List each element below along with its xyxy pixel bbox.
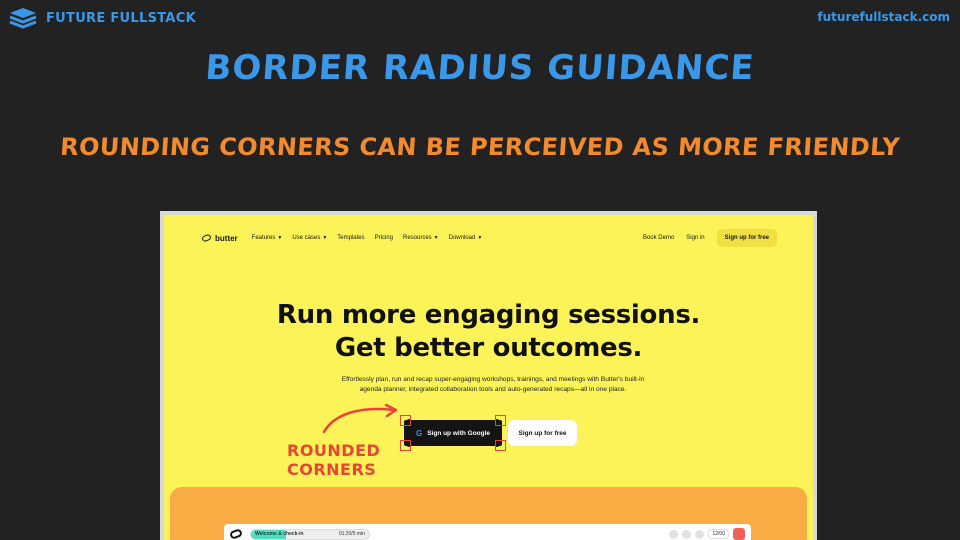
butter-app-icon	[228, 528, 244, 540]
nav-label: Templates	[337, 235, 365, 241]
slide-subtitle: ROUNDING CORNERS CAN BE PERCEIVED AS MOR…	[59, 133, 901, 161]
settings-icon[interactable]	[669, 529, 679, 539]
nav-item-features[interactable]: Features ▼	[252, 235, 283, 241]
chevron-down-icon: ▼	[322, 235, 328, 241]
hero-title: Run more engaging sessions. Get better o…	[164, 299, 813, 365]
app-preview-panel: Welcome & check-in 01:20/5 min 12/00	[170, 487, 807, 540]
stack-layers-icon	[9, 8, 37, 29]
signup-google-button[interactable]: G Sign up with Google	[404, 420, 502, 446]
user-icon[interactable]	[695, 529, 705, 539]
session-time: 01:20/5 min	[338, 531, 365, 537]
nav-item-download[interactable]: Download ▼	[449, 235, 483, 241]
chevron-down-icon: ▼	[433, 235, 439, 241]
sign-in-link[interactable]: Sign in	[686, 235, 704, 241]
corner-highlight-bottom-right	[495, 440, 506, 451]
annotation-line-2: CORNERS	[287, 460, 377, 479]
site-url[interactable]: futurefullstack.com	[817, 10, 950, 24]
google-icon: G	[415, 428, 423, 438]
session-progress[interactable]: Welcome & check-in 01:20/5 min	[250, 528, 370, 540]
brand: FUTURE FULLSTACK	[8, 7, 196, 29]
nav-label: Use cases	[292, 235, 321, 241]
nav-label: Pricing	[374, 235, 393, 241]
signup-free-nav-button[interactable]: Sign up for free	[716, 229, 777, 247]
app-toolbar-icons: 12/00	[669, 528, 745, 540]
nav-item-use-cases[interactable]: Use cases ▼	[292, 235, 327, 241]
rounded-corners-annotation: ROUNDED CORNERS	[287, 441, 380, 479]
corner-highlight-top-right	[495, 415, 506, 426]
chevron-down-icon: ▼	[477, 235, 483, 241]
nav-label: Download	[448, 235, 476, 241]
nav-links: Features ▼ Use cases ▼ Templates Pricing R…	[252, 235, 643, 241]
chevron-down-icon: ▼	[277, 235, 283, 241]
nav-item-templates[interactable]: Templates	[337, 235, 364, 241]
leave-icon[interactable]	[733, 528, 745, 540]
cta-row: G Sign up with Google Sign up for free	[164, 415, 813, 451]
nav-actions: Book Demo Sign in Sign up for free	[643, 229, 777, 247]
nav-item-resources[interactable]: Resources ▼	[403, 235, 439, 241]
butter-logo-icon	[201, 233, 212, 243]
app-toolbar: Welcome & check-in 01:20/5 min 12/00	[224, 524, 751, 540]
hero-line-2: Get better outcomes.	[334, 333, 643, 363]
signup-free-button[interactable]: Sign up for free	[508, 420, 577, 446]
annotation-line-1: ROUNDED	[287, 441, 381, 460]
site-nav: butter Features ▼ Use cases ▼ Templates Pr…	[164, 215, 813, 261]
nav-label: Features	[251, 235, 276, 241]
curved-arrow-icon	[322, 404, 398, 434]
nav-item-pricing[interactable]: Pricing	[375, 235, 393, 241]
brand-name: FUTURE FULLSTACK	[46, 10, 196, 26]
butter-logo-text: butter	[215, 233, 238, 243]
nav-label: Resources	[402, 235, 432, 241]
slide-title: BORDER RADIUS GUIDANCE	[204, 48, 756, 88]
corner-highlight-top-left	[400, 415, 411, 426]
participants-count: 12/00	[708, 529, 729, 539]
grid-icon[interactable]	[682, 529, 692, 539]
hero-description: Effortlessly plan, run and recap super-e…	[341, 376, 645, 393]
signup-google-label: Sign up with Google	[427, 429, 491, 437]
butter-logo[interactable]: butter	[201, 233, 238, 243]
corner-highlight-bottom-left	[400, 440, 411, 451]
hero-line-1: Run more engaging sessions.	[276, 300, 701, 330]
session-label: Welcome & check-in	[255, 531, 304, 537]
website-screenshot: butter Features ▼ Use cases ▼ Templates Pr…	[160, 211, 817, 540]
book-demo-link[interactable]: Book Demo	[643, 235, 674, 241]
